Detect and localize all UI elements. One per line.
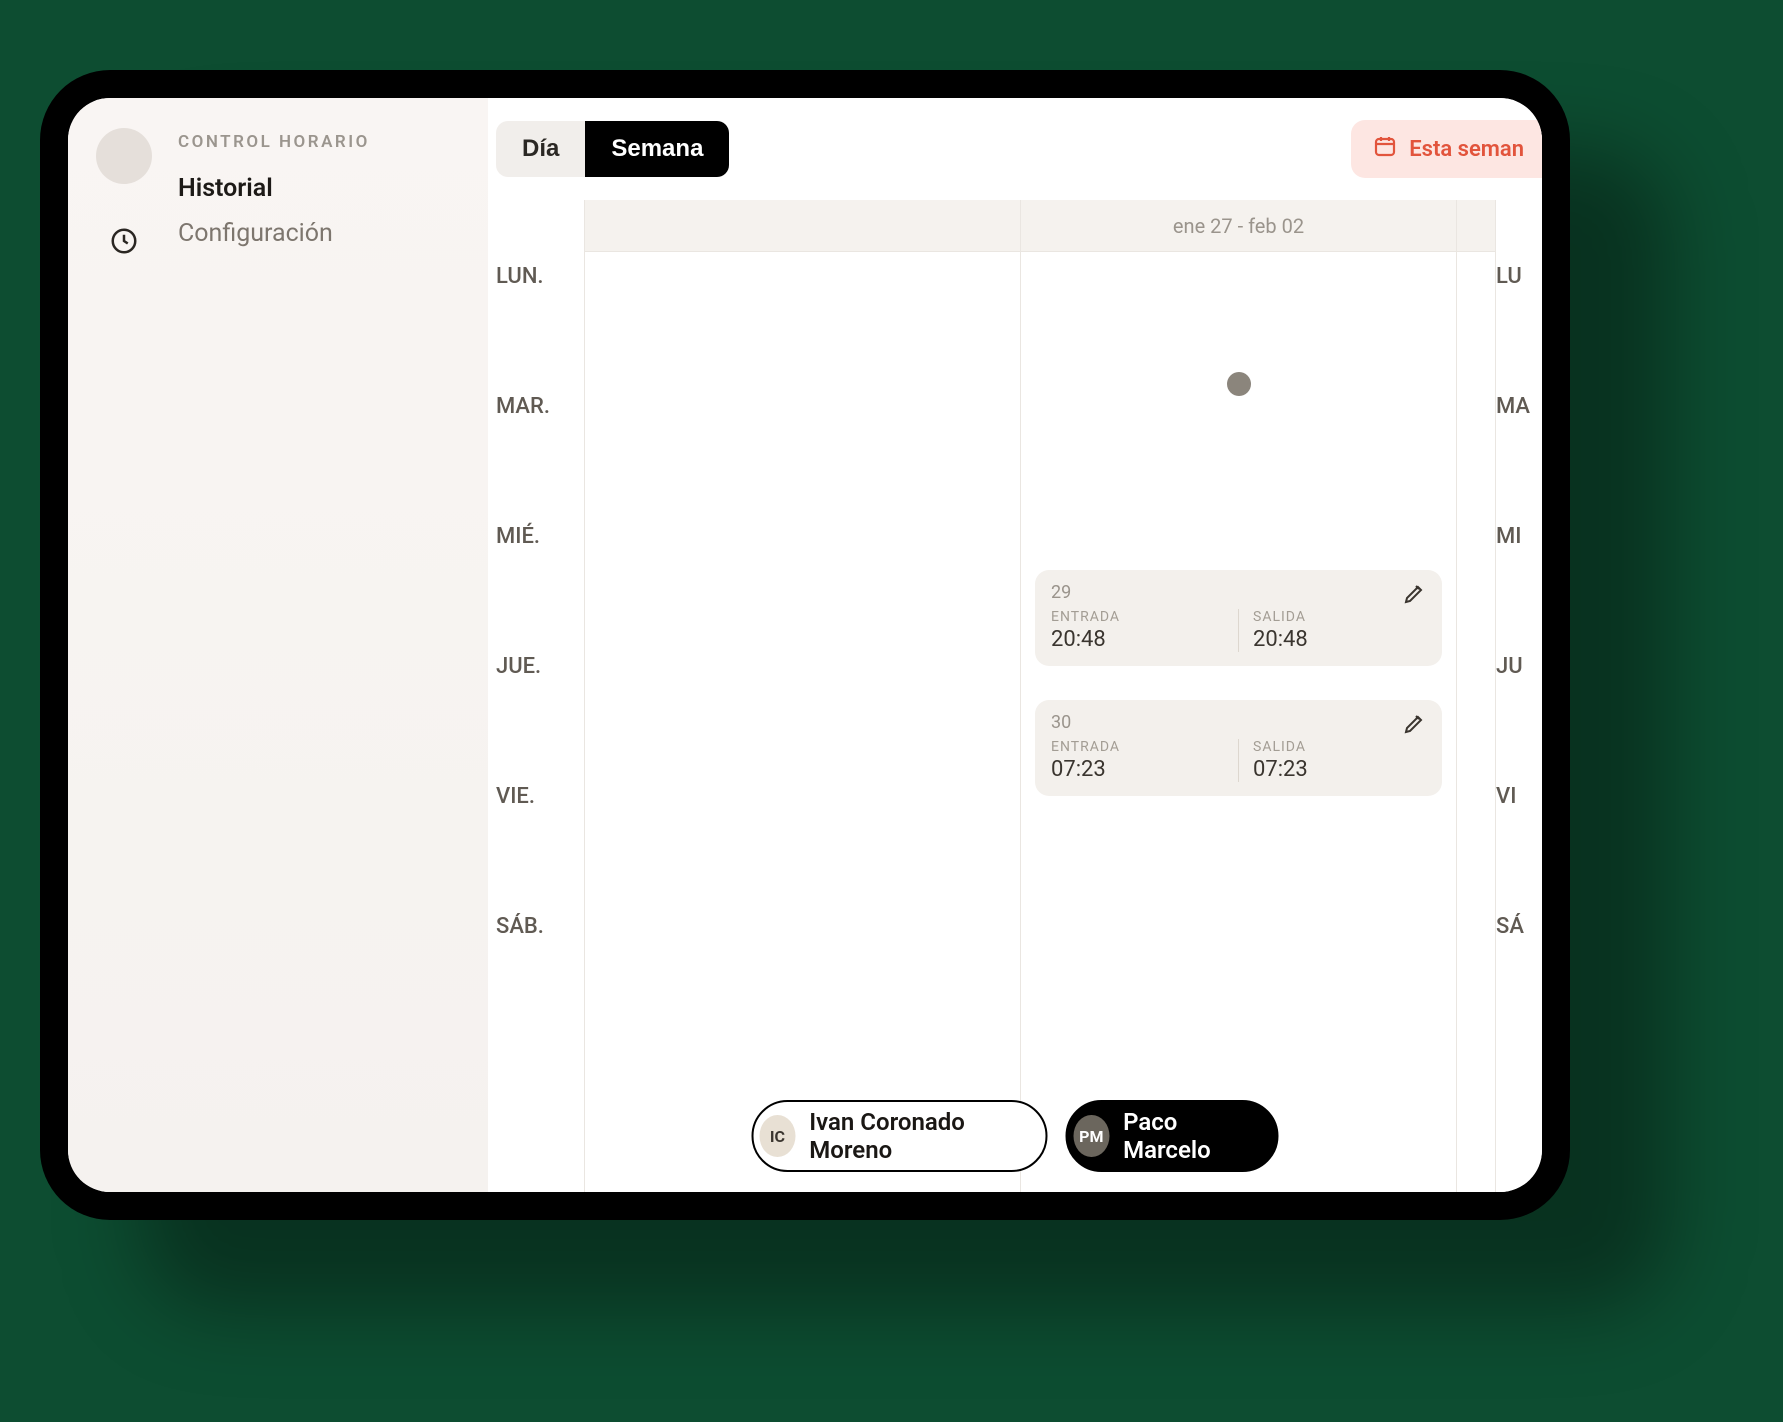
tab-week[interactable]: Semana: [585, 121, 729, 177]
entry-out-time: 07:23: [1253, 757, 1426, 782]
user-chip-paco[interactable]: PM Paco Marcelo: [1066, 1100, 1279, 1172]
sidebar-item-label: Configuración: [178, 219, 333, 248]
view-toggle: Día Semana: [496, 121, 729, 177]
edit-icon[interactable]: [1402, 712, 1426, 736]
sidebar-item-configuracion[interactable]: Configuración: [178, 211, 488, 256]
user-initials-badge: IC: [760, 1115, 796, 1157]
weekday-label: VI: [1496, 772, 1542, 902]
weekday-label: SÁ: [1496, 902, 1542, 1032]
entry-in-time: 20:48: [1051, 627, 1224, 652]
week-header: [1457, 200, 1495, 252]
week-column-next[interactable]: [1456, 200, 1496, 1192]
entry-in-label: ENTRADA: [1051, 739, 1224, 755]
weekday-label: MI: [1496, 512, 1542, 642]
sidebar: CONTROL HORARIO Historial Configuración: [68, 98, 488, 1192]
weekday-label: LUN.: [488, 252, 584, 382]
week-body: [585, 252, 1020, 1192]
sidebar-content: CONTROL HORARIO Historial Configuración: [178, 126, 488, 256]
screen: CONTROL HORARIO Historial Configuración …: [68, 98, 1542, 1192]
weekday-column-left: LUN. MAR. MIÉ. JUE. VIE. SÁB.: [488, 200, 584, 1192]
user-initials-badge: PM: [1074, 1115, 1110, 1157]
topbar: Día Semana Esta seman: [488, 98, 1542, 200]
main: Día Semana Esta seman LUN. MAR.: [488, 98, 1542, 1192]
week-header: ene 27 - feb 02: [1021, 200, 1456, 252]
scene: CONTROL HORARIO Historial Configuración …: [0, 0, 1783, 1422]
week-column-prev[interactable]: [584, 200, 1020, 1192]
sidebar-rail: [94, 128, 154, 260]
entry-in-label: ENTRADA: [1051, 609, 1224, 625]
this-week-button[interactable]: Esta seman: [1351, 120, 1542, 178]
user-name: Paco Marcelo: [1123, 1108, 1248, 1164]
this-week-label: Esta seman: [1409, 137, 1524, 162]
edit-icon[interactable]: [1402, 582, 1426, 606]
week-body: [1457, 252, 1495, 1192]
user-name: Ivan Coronado Moreno: [809, 1108, 1017, 1164]
avatar[interactable]: [96, 128, 152, 184]
clock-icon[interactable]: [109, 226, 139, 260]
calendar-icon: [1373, 134, 1397, 164]
sidebar-heading: CONTROL HORARIO: [178, 132, 488, 152]
time-entry-card[interactable]: 29 ENTRADA 20:48 SALIDA 20:48: [1035, 570, 1442, 666]
entry-daynum: 30: [1051, 712, 1426, 733]
today-dot-icon: [1227, 372, 1251, 396]
weekday-label: VIE.: [488, 772, 584, 902]
weekday-label: MIÉ.: [488, 512, 584, 642]
weekday-label: SÁB.: [488, 902, 584, 1032]
entry-row: ENTRADA 07:23 SALIDA 07:23: [1051, 739, 1426, 782]
entry-in: ENTRADA 20:48: [1051, 609, 1224, 652]
tablet-frame: CONTROL HORARIO Historial Configuración …: [40, 70, 1570, 1220]
entry-daynum: 29: [1051, 582, 1426, 603]
user-chip-ivan[interactable]: IC Ivan Coronado Moreno: [752, 1100, 1048, 1172]
weekday-label: JUE.: [488, 642, 584, 772]
entry-row: ENTRADA 20:48 SALIDA 20:48: [1051, 609, 1426, 652]
entry-out: SALIDA 20:48: [1238, 609, 1426, 652]
weekday-label: MAR.: [488, 382, 584, 512]
weekday-label: LU: [1496, 252, 1542, 382]
week-header: [585, 200, 1020, 252]
entry-out-time: 20:48: [1253, 627, 1426, 652]
entry-in-time: 07:23: [1051, 757, 1224, 782]
entry-in: ENTRADA 07:23: [1051, 739, 1224, 782]
weekday-column-right: LU MA MI JU VI SÁ: [1496, 200, 1542, 1192]
weeks-container: ene 27 - feb 02 29: [584, 200, 1496, 1192]
entry-out-label: SALIDA: [1253, 609, 1426, 625]
sidebar-item-historial[interactable]: Historial: [178, 166, 488, 211]
weekday-label: MA: [1496, 382, 1542, 512]
week-column-current[interactable]: ene 27 - feb 02 29: [1020, 200, 1456, 1192]
weekday-label: JU: [1496, 642, 1542, 772]
calendar-grid: LUN. MAR. MIÉ. JUE. VIE. SÁB. ene: [488, 200, 1542, 1192]
user-chips: IC Ivan Coronado Moreno PM Paco Marcelo: [752, 1100, 1279, 1172]
time-entry-card[interactable]: 30 ENTRADA 07:23 SALIDA 07:23: [1035, 700, 1442, 796]
week-body: 29 ENTRADA 20:48 SALIDA 20:48: [1021, 252, 1456, 1192]
entry-out: SALIDA 07:23: [1238, 739, 1426, 782]
entry-out-label: SALIDA: [1253, 739, 1426, 755]
tab-day[interactable]: Día: [496, 121, 585, 177]
sidebar-item-label: Historial: [178, 174, 273, 203]
